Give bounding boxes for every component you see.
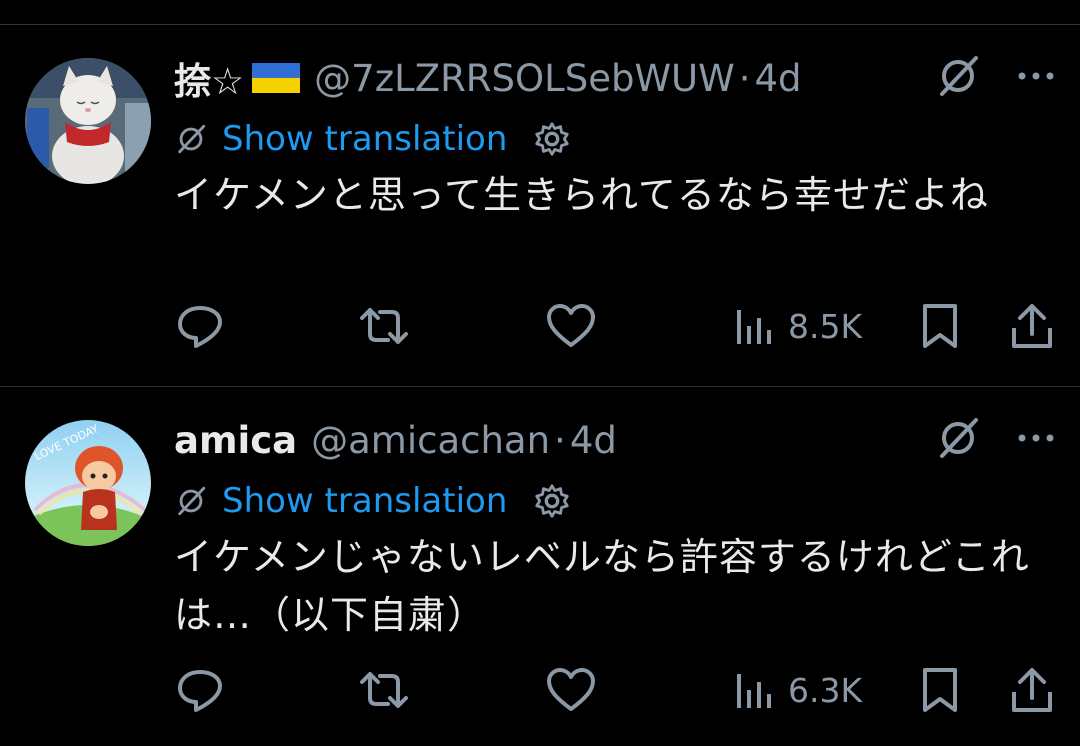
retweet-icon [360,672,408,708]
translation-row: Show translation [174,114,571,164]
display-name[interactable]: 捺☆ [174,51,244,105]
retweet-button[interactable] [358,660,410,720]
reply-button[interactable] [176,296,224,356]
reply-button[interactable] [176,660,224,720]
reply-icon [178,670,222,712]
tweet-text: イケメンじゃないレベルなら許容するけれどこれは…（以下自粛） [174,535,1030,637]
separator: · [738,56,751,100]
top-divider [0,24,1080,25]
show-translation-link[interactable]: Show translation [222,119,507,159]
tweet-actions: 6.3K [174,660,1054,720]
share-icon [1012,668,1052,712]
tweet-header: 捺☆ @7zLZRRSOLSebWUW · 4d [174,50,802,106]
bookmark-icon [923,304,957,348]
views-icon [737,674,771,708]
more-icon[interactable] [1014,416,1058,460]
separator: · [554,418,566,462]
heart-icon [547,304,595,347]
bookmark-button[interactable] [920,660,960,720]
share-button[interactable] [1010,296,1054,356]
gear-icon[interactable] [533,482,571,520]
translation-row: Show translation [174,476,571,526]
tweet-top-actions [934,414,1058,462]
more-icon[interactable] [1014,54,1058,98]
views-icon [737,310,771,344]
bookmark-icon [923,668,957,712]
share-button[interactable] [1010,660,1054,720]
retweet-button[interactable] [358,296,410,356]
tweet-divider [0,386,1080,387]
view-count: 6.3K [788,670,863,710]
tweet-actions: 8.5K [174,296,1054,356]
views-button[interactable]: 6.3K [734,660,862,720]
timestamp[interactable]: 4d [755,57,802,100]
views-button[interactable]: 8.5K [734,296,862,356]
grok-icon[interactable] [934,414,982,462]
tweet-text: イケメンと思って生きられてるなら幸せだよね [174,173,989,217]
avatar[interactable]: LOVE TODAY [25,420,151,546]
translate-icon [178,486,206,516]
retweet-icon [360,308,408,344]
user-handle[interactable]: @7zLZRRSOLSebWUW [314,57,735,100]
share-icon [1012,304,1052,348]
grok-icon[interactable] [934,52,982,100]
ukraine-flag-icon [252,63,301,93]
reply-icon [178,306,222,348]
bookmark-button[interactable] [920,296,960,356]
view-count: 8.5K [788,306,863,346]
like-button[interactable] [546,660,596,720]
translate-icon [178,124,206,154]
tweet-header: amica @amicachan · 4d [174,412,617,468]
heart-icon [547,668,595,711]
timestamp[interactable]: 4d [570,419,617,462]
avatar[interactable] [25,58,151,184]
like-button[interactable] [546,296,596,356]
tweet-top-actions [934,52,1058,100]
gear-icon[interactable] [533,120,571,158]
show-translation-link[interactable]: Show translation [222,481,507,521]
user-handle[interactable]: @amicachan [311,419,550,462]
display-name[interactable]: amica [174,419,297,462]
